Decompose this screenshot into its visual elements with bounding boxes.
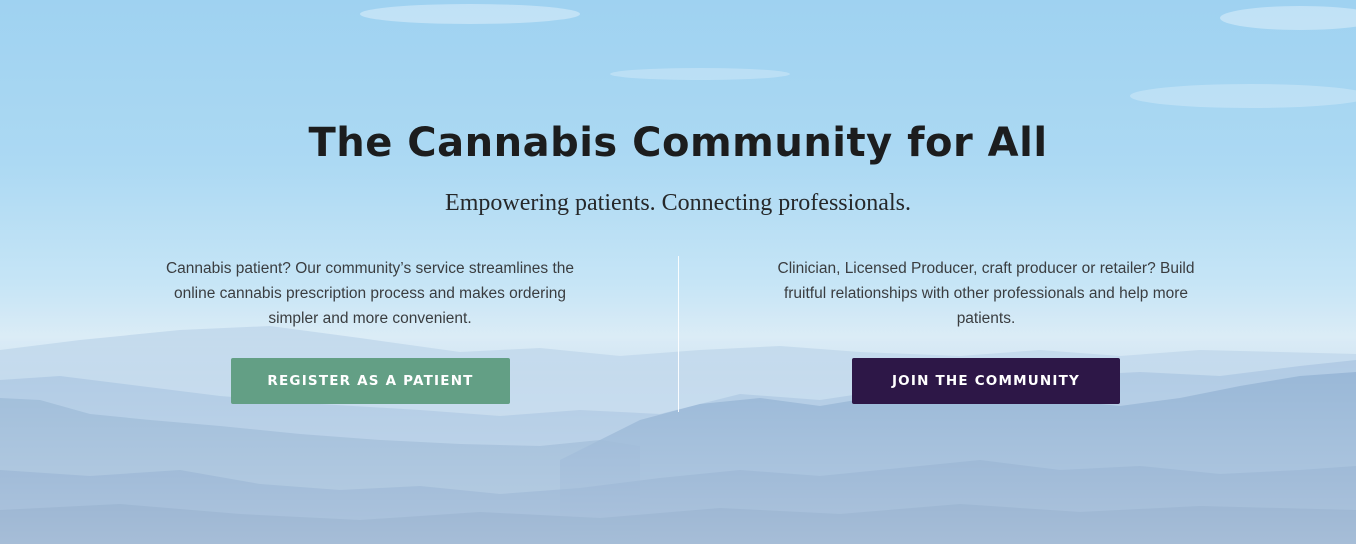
hero-section: The Cannabis Community for All Empowerin… bbox=[0, 0, 1356, 544]
join-community-button[interactable]: JOIN THE COMMUNITY bbox=[852, 358, 1120, 404]
professional-description: Clinician, Licensed Producer, craft prod… bbox=[777, 260, 1195, 327]
register-as-patient-button[interactable]: REGISTER AS A PATIENT bbox=[231, 358, 510, 404]
column-divider bbox=[678, 256, 679, 412]
page-subtitle: Empowering patients. Connecting professi… bbox=[445, 190, 911, 216]
patient-description: Cannabis patient? Our community’s servic… bbox=[165, 260, 575, 327]
page-title: The Cannabis Community for All bbox=[308, 120, 1048, 166]
